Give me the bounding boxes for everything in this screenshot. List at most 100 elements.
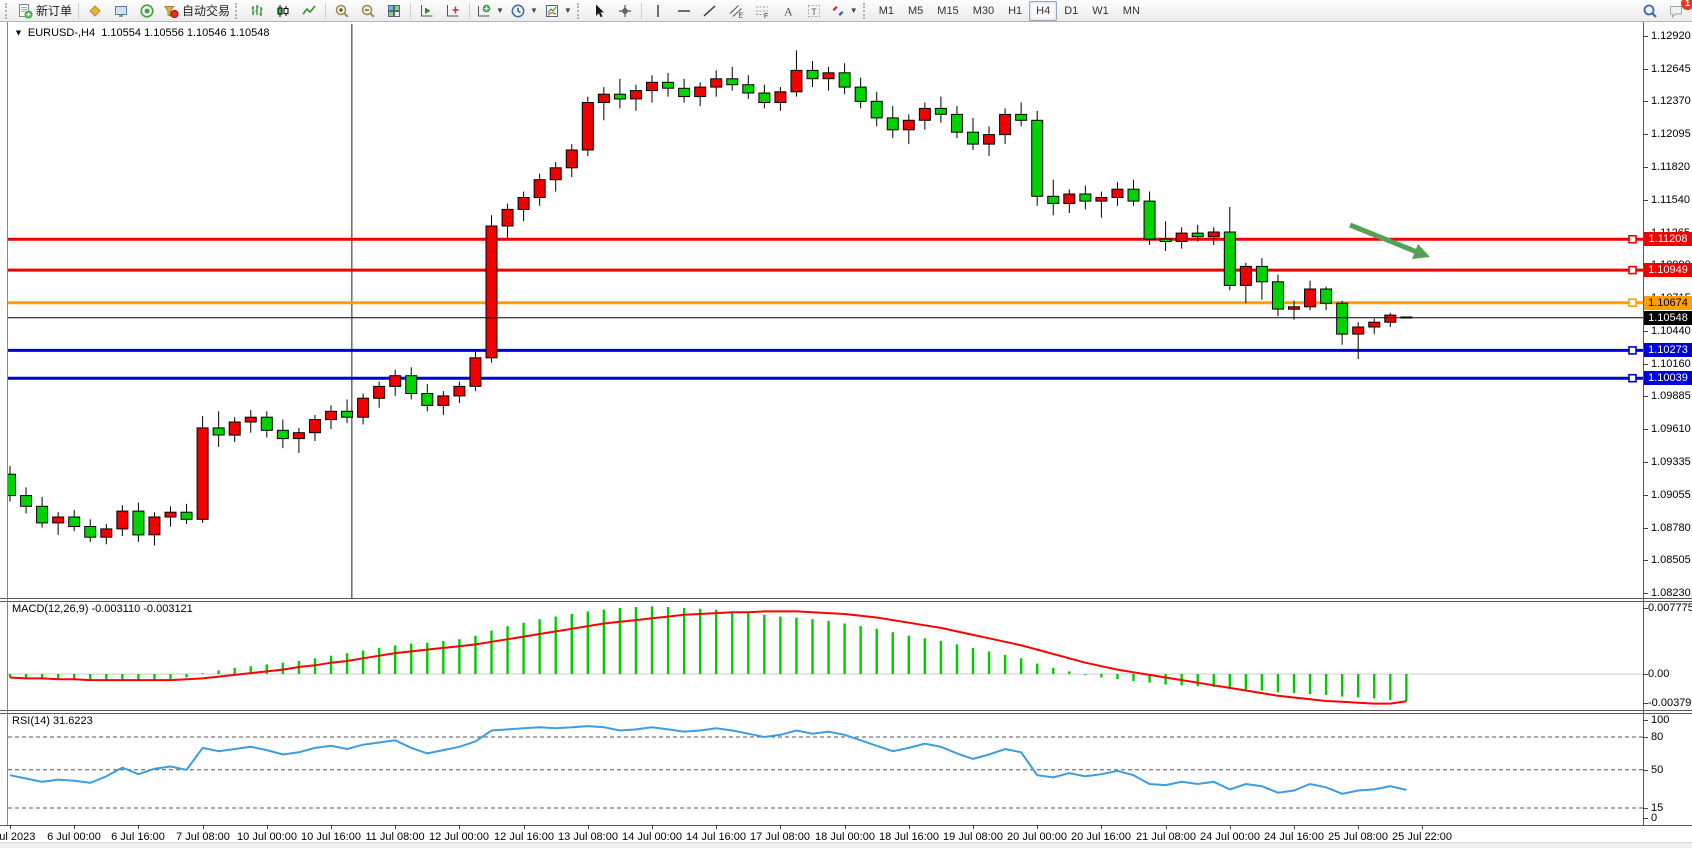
candle-body	[1064, 194, 1075, 204]
arrows-button[interactable]: ▼	[827, 0, 861, 22]
candle-body	[903, 120, 914, 130]
pane-border-rsi-bottom[interactable]	[0, 825, 1692, 826]
price-level-label: 1.10674	[1644, 296, 1692, 310]
timeframe-button-m15[interactable]: M15	[930, 1, 965, 21]
price-tick-mark	[1643, 69, 1648, 70]
timeframe-button-d1[interactable]: D1	[1057, 1, 1085, 21]
label-button[interactable]: T	[801, 0, 827, 22]
equidistant-channel-button[interactable]: E	[723, 0, 749, 22]
level-line-handle	[1629, 347, 1636, 354]
toolbar-grip[interactable]	[5, 3, 10, 19]
toolbar-grip[interactable]	[863, 3, 868, 19]
candle-body	[1032, 120, 1043, 196]
templates-button[interactable]: ▼	[541, 0, 575, 22]
toolbar-grip[interactable]	[235, 3, 240, 19]
dropdown-caret-icon[interactable]: ▼	[850, 6, 858, 15]
rsi-tick-mark	[1643, 770, 1648, 771]
price-tick-mark	[1643, 134, 1648, 135]
autotrading-button-label: 自动交易	[182, 2, 230, 19]
candle-body	[1096, 198, 1107, 202]
dropdown-caret-icon[interactable]: ▼	[496, 6, 504, 15]
candle-body	[791, 70, 802, 91]
dropdown-caret-icon[interactable]: ▼	[564, 6, 572, 15]
timeframe-button-m1[interactable]: M1	[872, 1, 901, 21]
indicators-button[interactable]: ▼	[473, 0, 507, 22]
timeframe-button-h1[interactable]: H1	[1001, 1, 1029, 21]
candle-body	[1289, 307, 1300, 309]
chart-shift-button[interactable]	[440, 0, 466, 22]
toolbar-separator	[78, 3, 79, 19]
text-button[interactable]: A	[775, 0, 801, 22]
tile-windows-button[interactable]	[381, 0, 407, 22]
candle-body	[358, 398, 369, 417]
time-tick-mark	[1294, 825, 1295, 829]
timeframe-button-m30[interactable]: M30	[966, 1, 1001, 21]
rsi-pane[interactable]	[8, 714, 1643, 825]
candle-body	[454, 386, 465, 396]
line-chart-button[interactable]	[296, 0, 322, 22]
autotrading-button[interactable]: 自动交易	[160, 0, 233, 22]
candle-body	[1224, 232, 1235, 285]
macd-pane[interactable]	[8, 602, 1643, 710]
dropdown-caret-icon[interactable]: ▼	[530, 6, 538, 15]
price-tick-label: 1.09055	[1651, 489, 1691, 501]
time-tick-mark	[716, 825, 717, 829]
chat-button[interactable]: 1	[1663, 0, 1689, 22]
candle-body	[309, 420, 320, 433]
new-order-button-label: 新订单	[36, 2, 72, 19]
price-level-label: 1.10949	[1644, 263, 1692, 277]
candle-body	[919, 108, 930, 120]
timeframe-button-h4[interactable]: H4	[1029, 1, 1057, 21]
timeframe-button-mn[interactable]: MN	[1116, 1, 1147, 21]
new-order-button[interactable]: 新订单	[14, 0, 75, 22]
metaeditor-button[interactable]	[108, 0, 134, 22]
candle-body	[1000, 114, 1011, 134]
horizontal-line-button[interactable]	[671, 0, 697, 22]
signals-button[interactable]	[134, 0, 160, 22]
fibonacci-button[interactable]: F	[749, 0, 775, 22]
price-pane[interactable]	[8, 24, 1643, 598]
candle-body	[101, 529, 112, 537]
rsi-tick-label: 0	[1651, 812, 1657, 824]
search-button[interactable]	[1637, 0, 1663, 22]
candle-body	[1305, 289, 1316, 307]
market-button[interactable]	[82, 0, 108, 22]
candle-body	[550, 168, 561, 180]
candle-body	[1048, 196, 1059, 203]
price-tick-label: 1.10440	[1651, 325, 1691, 337]
cursor-button[interactable]	[586, 0, 612, 22]
zoom-in-button[interactable]	[329, 0, 355, 22]
level-line-handle	[1629, 299, 1636, 306]
price-axis-border[interactable]	[1643, 22, 1644, 825]
bar-chart-button[interactable]	[244, 0, 270, 22]
candle-body	[213, 428, 224, 435]
svg-text:A: A	[784, 4, 793, 18]
rsi-tick-mark	[1643, 720, 1648, 721]
candles-chart-button[interactable]	[270, 0, 296, 22]
candle-body	[807, 70, 818, 78]
auto-scroll-button[interactable]	[414, 0, 440, 22]
timeframe-button-w1[interactable]: W1	[1085, 1, 1116, 21]
time-tick-mark	[524, 825, 525, 829]
vertical-line-button[interactable]	[645, 0, 671, 22]
time-tick-mark	[1358, 825, 1359, 829]
toolbar-grip[interactable]	[577, 3, 582, 19]
pane-border-main-bottom[interactable]	[0, 598, 1692, 599]
timeframe-button-m5[interactable]: M5	[901, 1, 930, 21]
candle-body	[1016, 114, 1027, 120]
pane-border-macd-bottom[interactable]	[0, 710, 1692, 711]
line-chart-icon	[301, 3, 317, 19]
time-tick-mark	[588, 825, 589, 829]
candle-body	[1337, 303, 1348, 334]
time-tick-mark	[459, 825, 460, 829]
periods-button[interactable]: ▼	[507, 0, 541, 22]
time-tick-mark	[203, 825, 204, 829]
crosshair-button[interactable]	[612, 0, 638, 22]
macd-tick-label: -0.003797	[1648, 697, 1692, 709]
candle-body	[839, 73, 850, 87]
time-tick-mark	[74, 825, 75, 829]
zoom-out-button[interactable]	[355, 0, 381, 22]
trendline-button[interactable]	[697, 0, 723, 22]
zoom-in-icon	[334, 3, 350, 19]
candle-body	[1353, 327, 1364, 334]
